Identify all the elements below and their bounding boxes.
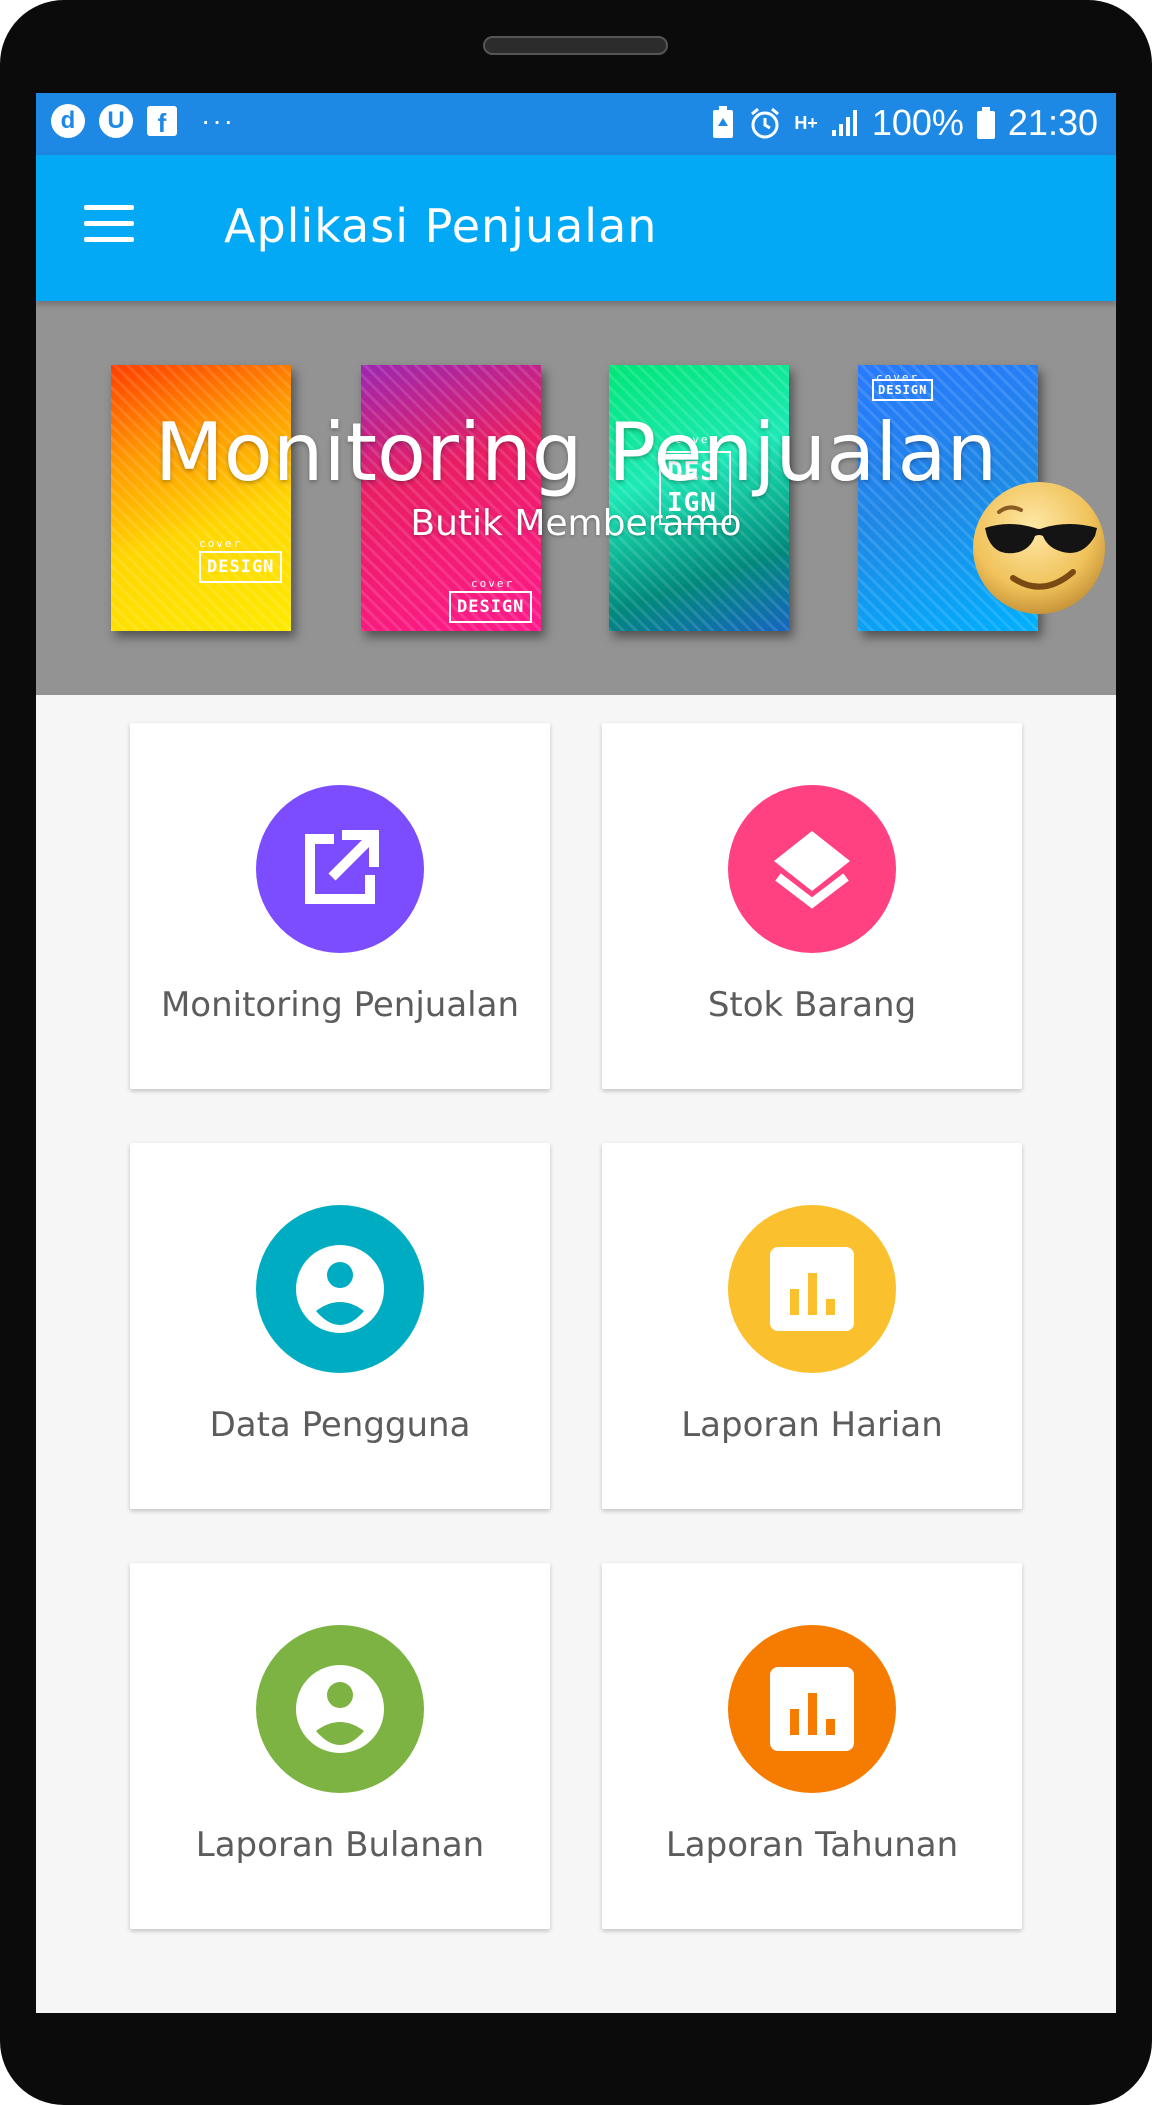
cool-emoji-icon bbox=[973, 482, 1105, 614]
menu-label: Laporan Bulanan bbox=[195, 1825, 485, 1865]
menu-label: Laporan Harian bbox=[681, 1405, 943, 1445]
account-circle-icon bbox=[256, 1205, 424, 1373]
notification-u-icon: U bbox=[99, 104, 133, 138]
screen: d U f ··· H+ 100% 21:30 Aplikasi Penjual… bbox=[36, 93, 1116, 2013]
menu-card-monitoring-penjualan[interactable]: Monitoring Penjualan bbox=[130, 723, 550, 1089]
network-type-icon: H+ bbox=[794, 113, 818, 133]
account-circle-icon bbox=[256, 1625, 424, 1793]
signal-icon bbox=[831, 110, 857, 136]
banner-subtitle: Butik Memberamo bbox=[410, 503, 742, 544]
battery-percent: 100% bbox=[871, 102, 964, 143]
alarm-icon bbox=[751, 107, 780, 139]
menu-label: Monitoring Penjualan bbox=[160, 985, 520, 1025]
open-in-new-icon bbox=[256, 785, 424, 953]
app-title: Aplikasi Penjualan bbox=[224, 199, 658, 253]
header-banner: cover DESIGN cover DESIGN cover DESIGN c… bbox=[36, 301, 1116, 695]
menu-label: Data Pengguna bbox=[209, 1405, 471, 1445]
cover-label: DESIGN bbox=[449, 591, 533, 623]
battery-saver-icon bbox=[713, 106, 734, 138]
layers-icon bbox=[728, 785, 896, 953]
more-notifications-icon: ··· bbox=[201, 105, 235, 136]
status-bar: d U f ··· H+ 100% 21:30 bbox=[36, 93, 1116, 155]
clock: 21:30 bbox=[1007, 102, 1098, 143]
menu-card-stok-barang[interactable]: Stok Barang bbox=[602, 723, 1022, 1089]
phone-frame: d U f ··· H+ 100% 21:30 Aplikasi Penjual… bbox=[0, 0, 1152, 2105]
cover-label: DESIGN bbox=[199, 551, 283, 583]
menu-card-laporan-bulanan[interactable]: Laporan Bulanan bbox=[130, 1563, 550, 1929]
notification-d-icon: d bbox=[51, 104, 85, 138]
banner-title: Monitoring Penjualan bbox=[154, 406, 998, 499]
phone-speaker bbox=[483, 36, 668, 55]
chart-icon bbox=[728, 1205, 896, 1373]
app-bar: Aplikasi Penjualan bbox=[36, 155, 1116, 301]
cover-label: DESIGN bbox=[872, 379, 934, 401]
menu-card-laporan-tahunan[interactable]: Laporan Tahunan bbox=[602, 1563, 1022, 1929]
menu-card-data-pengguna[interactable]: Data Pengguna bbox=[130, 1143, 550, 1509]
menu-icon[interactable] bbox=[84, 205, 134, 243]
facebook-icon: f bbox=[147, 106, 177, 136]
menu-card-laporan-harian[interactable]: Laporan Harian bbox=[602, 1143, 1022, 1509]
menu-label: Stok Barang bbox=[707, 985, 917, 1025]
chart-icon bbox=[728, 1625, 896, 1793]
menu-label: Laporan Tahunan bbox=[665, 1825, 959, 1865]
battery-icon bbox=[976, 107, 995, 139]
